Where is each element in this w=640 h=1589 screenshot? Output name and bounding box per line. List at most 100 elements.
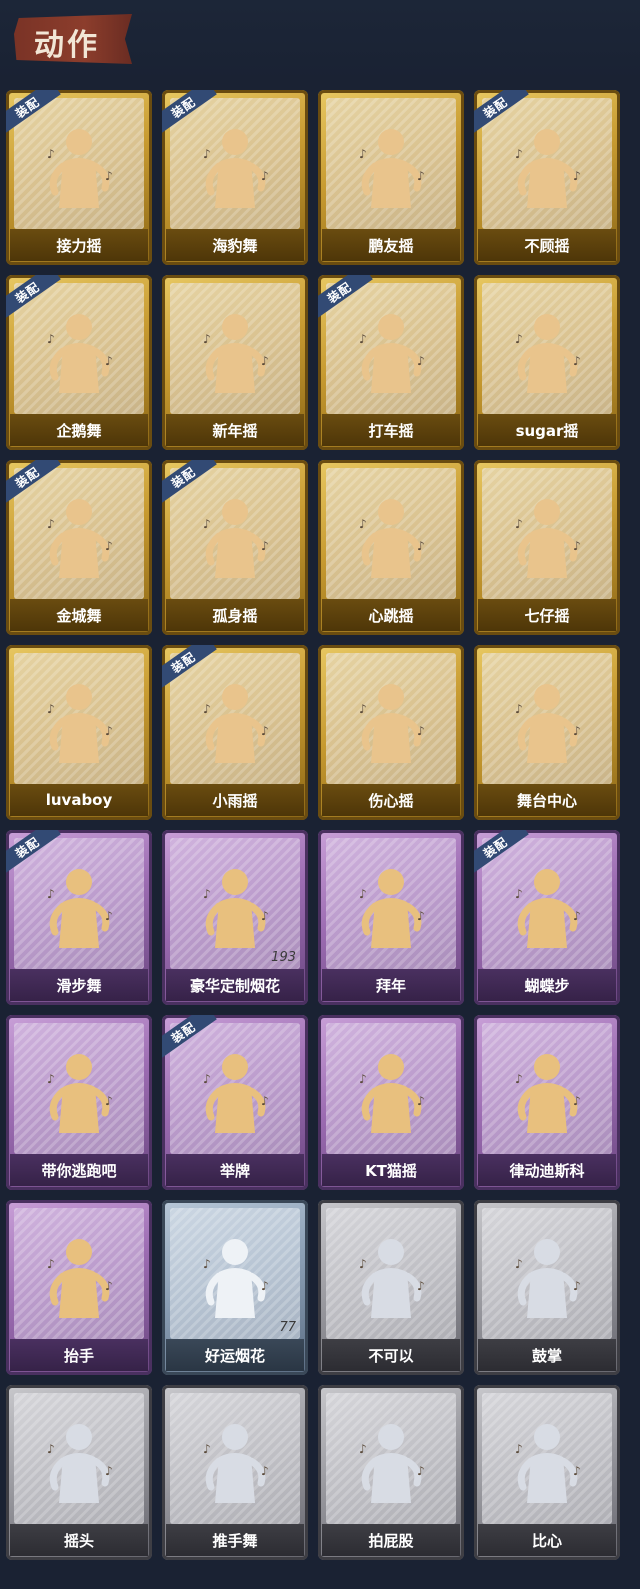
emote-card[interactable]: ♪ ♪ 抬手 <box>6 1200 152 1375</box>
dancer-silhouette-icon: ♪♪ <box>359 869 425 948</box>
emote-label: 孤身摇 <box>166 599 304 631</box>
svg-text:♪: ♪ <box>203 332 211 346</box>
dancer-silhouette-icon: ♪♪ <box>203 1239 269 1318</box>
emote-label: 接力摇 <box>10 229 148 261</box>
emote-label: 比心 <box>478 1524 616 1556</box>
dancer-silhouette-icon: ♪♪ <box>203 499 269 578</box>
svg-text:♪: ♪ <box>515 1257 523 1271</box>
svg-text:♪: ♪ <box>261 724 269 738</box>
emote-card[interactable]: ♪ ♪ 装配 金城舞 <box>6 460 152 635</box>
emote-card[interactable]: ♪ ♪ 装配 海豹舞 <box>162 90 308 265</box>
svg-text:♪: ♪ <box>515 887 523 901</box>
emote-card[interactable]: ♪ ♪ sugar摇 <box>474 275 620 450</box>
dancer-silhouette-icon: ♪♪ <box>47 1424 113 1503</box>
emote-card[interactable]: ♪ ♪ 鹏友摇 <box>318 90 464 265</box>
emote-label: 抬手 <box>10 1339 148 1371</box>
svg-text:♪: ♪ <box>417 354 425 368</box>
svg-text:♪: ♪ <box>47 1257 55 1271</box>
emote-card[interactable]: ♪ ♪ 摇头 <box>6 1385 152 1560</box>
svg-text:♪: ♪ <box>515 517 523 531</box>
dancer-silhouette-icon: ♪♪ <box>203 684 269 763</box>
emote-card[interactable]: ♪ ♪ 拍屁股 <box>318 1385 464 1560</box>
svg-text:♪: ♪ <box>105 1279 113 1293</box>
emote-card[interactable]: ♪ ♪ 新年摇 <box>162 275 308 450</box>
emote-card[interactable]: ♪ ♪ 193 豪华定制烟花 <box>162 830 308 1005</box>
emote-label: sugar摇 <box>478 414 616 446</box>
emote-label: 不可以 <box>322 1339 460 1371</box>
emote-card[interactable]: ♪ ♪ 推手舞 <box>162 1385 308 1560</box>
dancer-silhouette-icon: ♪♪ <box>515 314 581 393</box>
emote-label: 拜年 <box>322 969 460 1001</box>
dancer-silhouette-icon: ♪♪ <box>359 1424 425 1503</box>
dancer-silhouette-icon: ♪♪ <box>359 129 425 208</box>
emote-card[interactable]: ♪ ♪ 拜年 <box>318 830 464 1005</box>
dancer-silhouette-icon: ♪♪ <box>203 129 269 208</box>
emote-card[interactable]: ♪ ♪ 心跳摇 <box>318 460 464 635</box>
dancer-silhouette-icon: ♪♪ <box>203 1054 269 1133</box>
dancer-silhouette-icon: ♪♪ <box>47 129 113 208</box>
emote-label: 小雨摇 <box>166 784 304 816</box>
svg-text:♪: ♪ <box>573 169 581 183</box>
svg-text:♪: ♪ <box>417 539 425 553</box>
emote-label: 海豹舞 <box>166 229 304 261</box>
svg-text:♪: ♪ <box>515 1072 523 1086</box>
emote-card[interactable]: ♪ ♪ 装配 孤身摇 <box>162 460 308 635</box>
emote-card[interactable]: ♪ ♪ 带你逃跑吧 <box>6 1015 152 1190</box>
emote-card[interactable]: ♪ ♪ 舞台中心 <box>474 645 620 820</box>
emote-label: 企鹅舞 <box>10 414 148 446</box>
svg-text:♪: ♪ <box>105 354 113 368</box>
emote-card[interactable]: ♪ ♪ 装配 蝴蝶步 <box>474 830 620 1005</box>
svg-text:♪: ♪ <box>359 702 367 716</box>
dancer-silhouette-icon: ♪♪ <box>359 1054 425 1133</box>
emote-label: 好运烟花 <box>166 1339 304 1371</box>
dancer-silhouette-icon: ♪♪ <box>47 1054 113 1133</box>
dancer-silhouette-icon: ♪♪ <box>203 869 269 948</box>
dancer-silhouette-icon: ♪♪ <box>203 314 269 393</box>
emote-card[interactable]: ♪ ♪ 装配 滑步舞 <box>6 830 152 1005</box>
emote-label: 打车摇 <box>322 414 460 446</box>
emote-card[interactable]: ♪ ♪ KT猫摇 <box>318 1015 464 1190</box>
emote-label: 带你逃跑吧 <box>10 1154 148 1186</box>
emote-card[interactable]: ♪ ♪ 77 好运烟花 <box>162 1200 308 1375</box>
emote-card[interactable]: ♪ ♪ 伤心摇 <box>318 645 464 820</box>
svg-text:♪: ♪ <box>105 1464 113 1478</box>
emote-card[interactable]: ♪ ♪ 七仔摇 <box>474 460 620 635</box>
dancer-silhouette-icon: ♪♪ <box>47 684 113 763</box>
dancer-silhouette-icon: ♪♪ <box>359 314 425 393</box>
emote-label: KT猫摇 <box>322 1154 460 1186</box>
emote-card[interactable]: ♪ ♪ 不可以 <box>318 1200 464 1375</box>
emote-label: 推手舞 <box>166 1524 304 1556</box>
svg-text:♪: ♪ <box>105 169 113 183</box>
svg-text:♪: ♪ <box>573 1094 581 1108</box>
emote-card[interactable]: ♪ ♪ 装配 举牌 <box>162 1015 308 1190</box>
emote-label: 豪华定制烟花 <box>166 969 304 1001</box>
emote-label: 鹏友摇 <box>322 229 460 261</box>
emote-card[interactable]: ♪ ♪ 鼓掌 <box>474 1200 620 1375</box>
svg-text:♪: ♪ <box>47 887 55 901</box>
svg-text:♪: ♪ <box>515 332 523 346</box>
dancer-silhouette-icon: ♪♪ <box>515 129 581 208</box>
emote-card[interactable]: ♪ ♪ 律动迪斯科 <box>474 1015 620 1190</box>
dancer-silhouette-icon: ♪♪ <box>47 499 113 578</box>
emote-card[interactable]: ♪ ♪ 比心 <box>474 1385 620 1560</box>
emote-card[interactable]: ♪ ♪ 装配 不顾摇 <box>474 90 620 265</box>
svg-text:♪: ♪ <box>261 539 269 553</box>
emote-card[interactable]: ♪ ♪ 装配 企鹅舞 <box>6 275 152 450</box>
svg-text:♪: ♪ <box>105 909 113 923</box>
emote-card[interactable]: ♪ ♪ 装配 小雨摇 <box>162 645 308 820</box>
emote-card[interactable]: ♪ ♪ luvaboy <box>6 645 152 820</box>
svg-text:♪: ♪ <box>515 147 523 161</box>
dancer-silhouette-icon: ♪♪ <box>203 1424 269 1503</box>
svg-text:♪: ♪ <box>203 1442 211 1456</box>
emote-label: 摇头 <box>10 1524 148 1556</box>
svg-text:♪: ♪ <box>573 1279 581 1293</box>
emote-label: 不顾摇 <box>478 229 616 261</box>
svg-text:♪: ♪ <box>203 702 211 716</box>
emote-label: 鼓掌 <box>478 1339 616 1371</box>
svg-text:♪: ♪ <box>105 724 113 738</box>
emote-label: 律动迪斯科 <box>478 1154 616 1186</box>
emote-card[interactable]: ♪ ♪ 装配 接力摇 <box>6 90 152 265</box>
emote-card[interactable]: ♪ ♪ 装配 打车摇 <box>318 275 464 450</box>
svg-text:♪: ♪ <box>105 539 113 553</box>
dancer-silhouette-icon: ♪♪ <box>47 1239 113 1318</box>
